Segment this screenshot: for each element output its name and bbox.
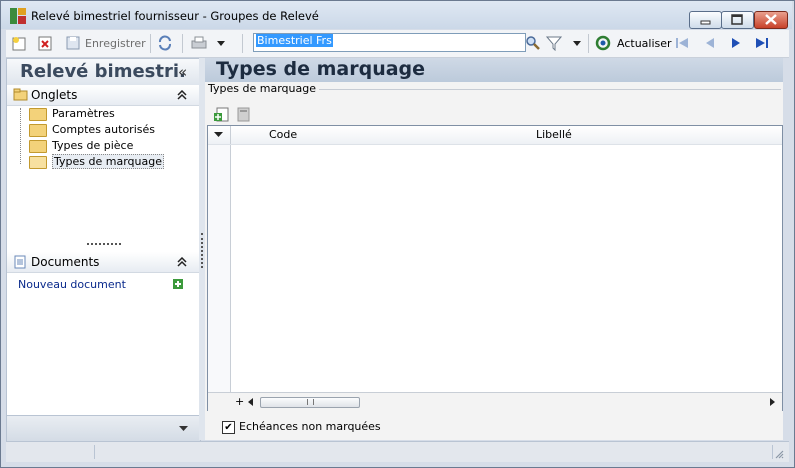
- document-icon: [14, 255, 26, 269]
- toolbar-separator: [150, 34, 151, 53]
- maximize-button[interactable]: [721, 11, 754, 29]
- documents-label: Documents: [31, 255, 100, 269]
- open-folder-icon: [29, 156, 47, 169]
- column-header-libelle[interactable]: Libellé: [536, 128, 572, 141]
- maximize-icon: [731, 14, 743, 25]
- first-record-icon[interactable]: [674, 35, 690, 51]
- left-pane-footer: [7, 415, 200, 442]
- chevron-down-icon[interactable]: [179, 426, 188, 432]
- column-header-code[interactable]: Code: [269, 128, 297, 141]
- folder-icon: [29, 140, 47, 153]
- toolbar: Enregistrer Bimestriel Frs Actualiser: [6, 30, 789, 58]
- close-icon: [765, 14, 777, 25]
- refresh-icon: [595, 35, 611, 51]
- tab-label: Comptes autorisés: [52, 123, 155, 136]
- onglets-group-header[interactable]: Onglets: [7, 85, 200, 106]
- last-record-icon[interactable]: [754, 35, 770, 51]
- folder-icon: [13, 88, 28, 101]
- documents-group-header[interactable]: Documents: [7, 252, 200, 273]
- scroll-grip: [307, 399, 314, 405]
- title-bar[interactable]: Relevé bimestriel fournisseur - Groupes …: [1, 1, 792, 29]
- echeances-checkbox-label[interactable]: Echéances non marquées: [239, 420, 381, 433]
- group-legend: Types de marquage: [208, 82, 319, 95]
- save-icon: [66, 36, 80, 50]
- app-icon: [10, 8, 26, 24]
- column-chooser-icon[interactable]: [214, 132, 223, 138]
- toolbar-separator: [182, 34, 183, 53]
- new-record-icon[interactable]: [11, 35, 27, 51]
- status-cell: [6, 445, 95, 459]
- scroll-left-icon[interactable]: [248, 398, 254, 406]
- expand-plus-icon[interactable]: +: [235, 395, 244, 408]
- save-label: Enregistrer: [85, 37, 146, 50]
- close-button[interactable]: [754, 11, 788, 29]
- folder-icon: [29, 124, 47, 137]
- search-icon[interactable]: [525, 35, 541, 51]
- add-document-icon[interactable]: [173, 279, 183, 289]
- add-row-icon[interactable]: [214, 107, 230, 123]
- main-content-pane: Types de marquage Types de marquage Code…: [205, 58, 783, 440]
- refresh-label: Actualiser: [617, 37, 672, 50]
- minimize-button[interactable]: [689, 11, 722, 29]
- onglets-label: Onglets: [31, 88, 78, 102]
- collapse-group-icon[interactable]: [177, 257, 187, 267]
- data-grid[interactable]: Code Libellé +: [207, 125, 783, 411]
- refresh-button[interactable]: Actualiser: [595, 34, 672, 52]
- left-pane-title: Relevé bimestri.: [20, 61, 186, 82]
- next-record-icon[interactable]: [728, 35, 744, 51]
- status-cell: [96, 445, 773, 459]
- collapse-pane-button[interactable]: «: [178, 63, 187, 81]
- new-document-link[interactable]: Nouveau document: [18, 278, 126, 291]
- status-bar: [6, 441, 789, 462]
- grid-footer: +: [208, 392, 782, 411]
- search-value: Bimestriel Frs: [256, 34, 333, 47]
- toolbar-separator: [588, 34, 589, 53]
- filter-dropdown-icon[interactable]: [572, 39, 582, 47]
- tab-label: Paramètres: [52, 107, 115, 120]
- echeances-checkbox[interactable]: ✔: [222, 421, 235, 434]
- column-divider: [230, 126, 231, 144]
- save-button[interactable]: Enregistrer: [65, 34, 146, 52]
- filter-icon[interactable]: [546, 35, 562, 51]
- resize-grip[interactable]: [87, 243, 121, 248]
- delete-icon[interactable]: [37, 35, 53, 51]
- row-selector-column: [208, 126, 231, 393]
- left-pane-header: Relevé bimestri. «: [7, 59, 200, 86]
- minimize-icon: [700, 20, 711, 25]
- content-header: Types de marquage: [205, 58, 783, 82]
- scroll-right-icon[interactable]: [770, 398, 776, 406]
- window-title: Relevé bimestriel fournisseur - Groupes …: [31, 9, 319, 23]
- tree-connector: [20, 108, 22, 164]
- horizontal-scrollbar-thumb[interactable]: [260, 397, 360, 408]
- left-navigation-pane: Relevé bimestri. « Onglets Paramètres Co…: [6, 58, 201, 442]
- toolbar-separator: [242, 34, 243, 53]
- splitter-grip[interactable]: [201, 233, 204, 268]
- delete-row-icon[interactable]: [235, 107, 251, 123]
- print-icon[interactable]: [190, 35, 208, 51]
- collapse-group-icon[interactable]: [177, 90, 187, 100]
- tab-label: Types de pièce: [52, 139, 134, 152]
- sync-icon[interactable]: [157, 35, 173, 51]
- print-dropdown-icon[interactable]: [216, 39, 226, 47]
- grid-header: Code Libellé: [208, 126, 782, 145]
- resize-grip-icon[interactable]: [774, 449, 784, 459]
- folder-icon: [29, 108, 47, 121]
- tab-label: Types de marquage: [52, 154, 164, 169]
- search-input[interactable]: Bimestriel Frs: [253, 33, 526, 52]
- previous-record-icon[interactable]: [702, 35, 718, 51]
- page-title: Types de marquage: [216, 58, 426, 80]
